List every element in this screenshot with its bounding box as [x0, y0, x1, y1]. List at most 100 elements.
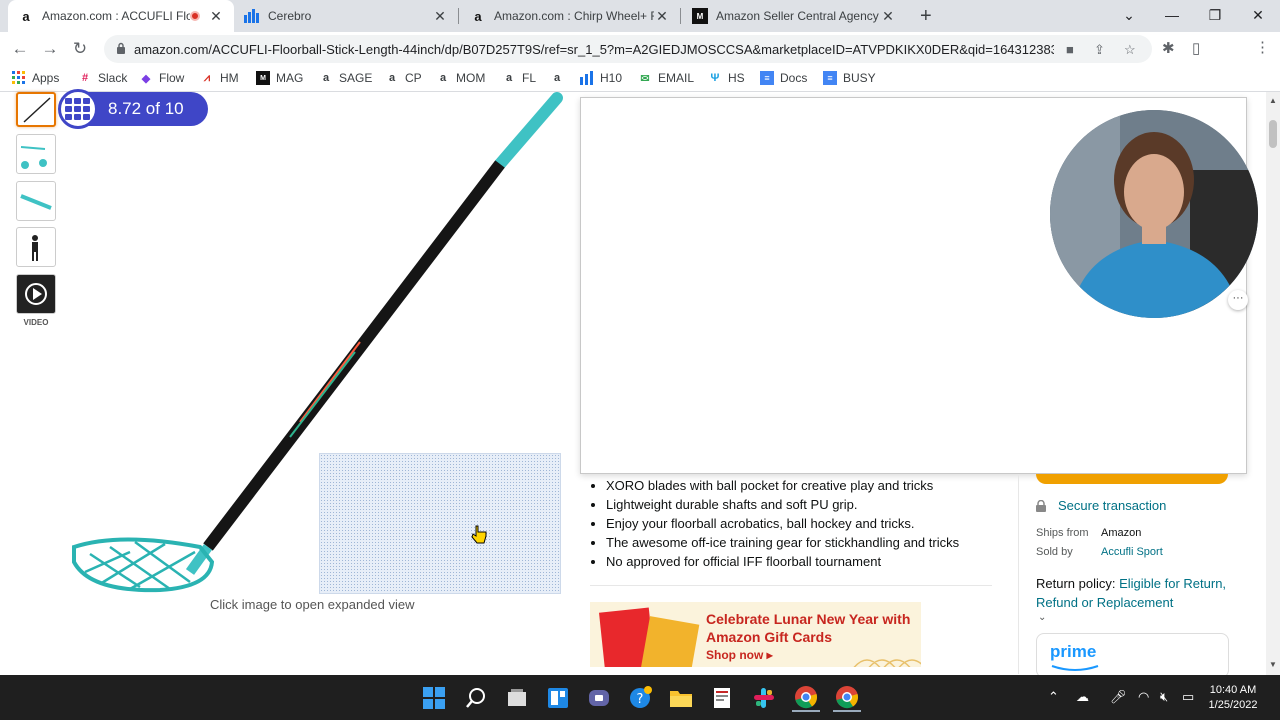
bookmark-fl[interactable]: a FL: [502, 71, 536, 85]
secure-transaction-link[interactable]: Secure transaction: [1036, 498, 1166, 513]
close-window-button[interactable]: ✕: [1236, 0, 1280, 30]
start-button[interactable]: [420, 684, 448, 712]
windows-logo-icon: [423, 687, 445, 709]
plus-icon: +: [920, 4, 932, 27]
more-menu-icon[interactable]: ⋮: [1255, 38, 1270, 56]
close-tab-icon[interactable]: ✕: [432, 8, 448, 25]
bookmark-sage[interactable]: a SAGE: [319, 71, 372, 85]
thumbnail-stick[interactable]: [16, 92, 56, 127]
tab-seller-central[interactable]: M Amazon Seller Central Agency Fu ✕: [682, 0, 906, 32]
webcam-overlay[interactable]: [1050, 110, 1258, 318]
bookmark-label: Slack: [98, 71, 128, 85]
scroll-thumb[interactable]: [1269, 120, 1277, 148]
speaker-muted-icon[interactable]: 🔇︎: [1160, 689, 1168, 705]
back-button[interactable]: ←: [7, 36, 33, 62]
help-app-button[interactable]: ?: [626, 684, 654, 712]
teams-chat-button[interactable]: [585, 684, 613, 712]
browser-toolbar: ← → ↻ amazon.com/ACCUFLI-Floorball-Stick…: [0, 32, 1280, 92]
bookmark-label: HM: [220, 71, 239, 85]
buybox-divider: [1018, 474, 1019, 674]
gift-card-banner[interactable]: Celebrate Lunar New Year with Amazon Gif…: [590, 602, 921, 667]
buy-now-button[interactable]: [1036, 474, 1228, 484]
bookmark-h10[interactable]: H10: [580, 71, 622, 85]
thumbnail-shaft[interactable]: [16, 181, 56, 221]
bookmark-star-icon[interactable]: ☆: [1124, 42, 1136, 58]
webcam-more-options-icon[interactable]: ···: [1228, 290, 1248, 310]
bookmark-docs[interactable]: ≡ Docs: [760, 71, 807, 85]
docs-icon: ≡: [760, 71, 774, 85]
chrome-icon: [795, 686, 818, 709]
bookmark-amazon[interactable]: a: [550, 71, 570, 85]
file-explorer-button[interactable]: [667, 684, 695, 712]
page-scrollbar[interactable]: ▲ ▼: [1266, 92, 1280, 675]
chrome-profile-button[interactable]: [792, 684, 820, 712]
seller-link[interactable]: Accufli Sport: [1101, 546, 1163, 558]
flow-icon: ◆: [141, 72, 151, 85]
close-tab-icon[interactable]: ✕: [654, 8, 670, 25]
thumbnail-blade[interactable]: [16, 134, 56, 174]
tab-separator: [458, 8, 459, 24]
search-button[interactable]: [462, 684, 490, 712]
share-icon[interactable]: ⇪: [1094, 42, 1105, 58]
extensions-puzzle-icon[interactable]: ✱: [1162, 39, 1175, 57]
chrome-button[interactable]: [833, 684, 861, 712]
cerebro-icon: [244, 8, 260, 24]
office-icon: [714, 688, 730, 708]
restore-button[interactable]: ❐: [1193, 0, 1237, 30]
apps-grid-icon: [12, 71, 26, 85]
battery-icon[interactable]: ▭: [1182, 689, 1194, 705]
bookmark-slack[interactable]: # Slack: [78, 71, 127, 85]
tab-search-button[interactable]: ⌄: [1107, 0, 1151, 30]
close-tab-icon[interactable]: ✕: [880, 8, 896, 25]
bookmark-label: H10: [600, 71, 623, 85]
tab-amazon-accufli[interactable]: a Amazon.com : ACCUFLI Flo ✕: [8, 0, 234, 32]
scroll-down-icon[interactable]: ▼: [1269, 660, 1277, 669]
bookmark-cp[interactable]: a CP: [385, 71, 422, 85]
amazon-icon: a: [505, 72, 513, 84]
thumbnail-video[interactable]: [16, 274, 56, 314]
tab-cerebro[interactable]: Cerebro ✕: [234, 0, 458, 32]
address-bar[interactable]: amazon.com/ACCUFLI-Floorball-Stick-Lengt…: [104, 35, 1152, 63]
chevron-down-icon[interactable]: ⌄: [1038, 612, 1046, 623]
lock-icon: [116, 42, 126, 57]
forward-button[interactable]: →: [37, 36, 63, 62]
bookmarks-bar: Apps # Slack ◆ Flow ⩘ HM M MAG a SAGE a CP a MO…: [0, 66, 1280, 92]
wifi-icon[interactable]: ◠: [1138, 689, 1149, 705]
new-tab-button[interactable]: +: [910, 0, 940, 32]
feature-bullet: No approved for official IFF floorball t…: [606, 552, 1010, 571]
minimize-button[interactable]: —: [1150, 0, 1194, 30]
amazon-icon: a: [388, 72, 396, 84]
banner-shop-now-link[interactable]: Shop now ▸: [706, 648, 773, 662]
secure-transaction-label: Secure transaction: [1058, 498, 1167, 513]
bookmark-label: Flow: [159, 71, 185, 85]
thumbnail-size-chart[interactable]: [16, 227, 56, 267]
mag-icon: M: [692, 8, 708, 24]
zoom-lens[interactable]: [319, 453, 561, 594]
bookmark-hs[interactable]: Ψ HS: [708, 71, 745, 85]
bookmark-email[interactable]: ✉ EMAIL: [638, 71, 694, 85]
chevron-up-icon[interactable]: ⌃: [1048, 689, 1059, 705]
office-app-button[interactable]: [708, 684, 736, 712]
scroll-up-icon[interactable]: ▲: [1269, 96, 1277, 105]
url-text: amazon.com/ACCUFLI-Floorball-Stick-Lengt…: [134, 41, 1054, 57]
bookmark-hm[interactable]: ⩘ HM: [200, 71, 239, 85]
reload-button[interactable]: ↻: [67, 36, 93, 62]
widgets-button[interactable]: [544, 684, 572, 712]
onedrive-cloud-icon[interactable]: ☁: [1076, 689, 1089, 705]
prime-box[interactable]: prime: [1036, 633, 1229, 678]
camera-icon[interactable]: ■: [1066, 42, 1074, 57]
bookmark-busy[interactable]: ≡ BUSY: [823, 71, 876, 85]
bookmark-flow[interactable]: ◆ Flow: [139, 71, 185, 85]
tab-amazon-chirp[interactable]: a Amazon.com : Chirp Wheel+ Fo ✕: [460, 0, 680, 32]
microphone-icon[interactable]: 🎤︎: [1110, 689, 1127, 705]
slack-app-button[interactable]: [750, 684, 778, 712]
return-policy: Return policy: Eligible for Return, Refu…: [1036, 574, 1236, 612]
bookmark-mag[interactable]: M MAG: [256, 71, 303, 85]
system-clock[interactable]: 10:40 AM 1/25/2022: [1200, 683, 1266, 713]
bookmark-mom[interactable]: a MOM: [436, 71, 485, 85]
side-panel-icon[interactable]: ▯: [1192, 39, 1200, 57]
bookmark-apps[interactable]: Apps: [12, 71, 59, 85]
close-tab-icon[interactable]: ✕: [208, 8, 224, 25]
h10-icon: [580, 71, 594, 85]
task-view-button[interactable]: [503, 684, 531, 712]
